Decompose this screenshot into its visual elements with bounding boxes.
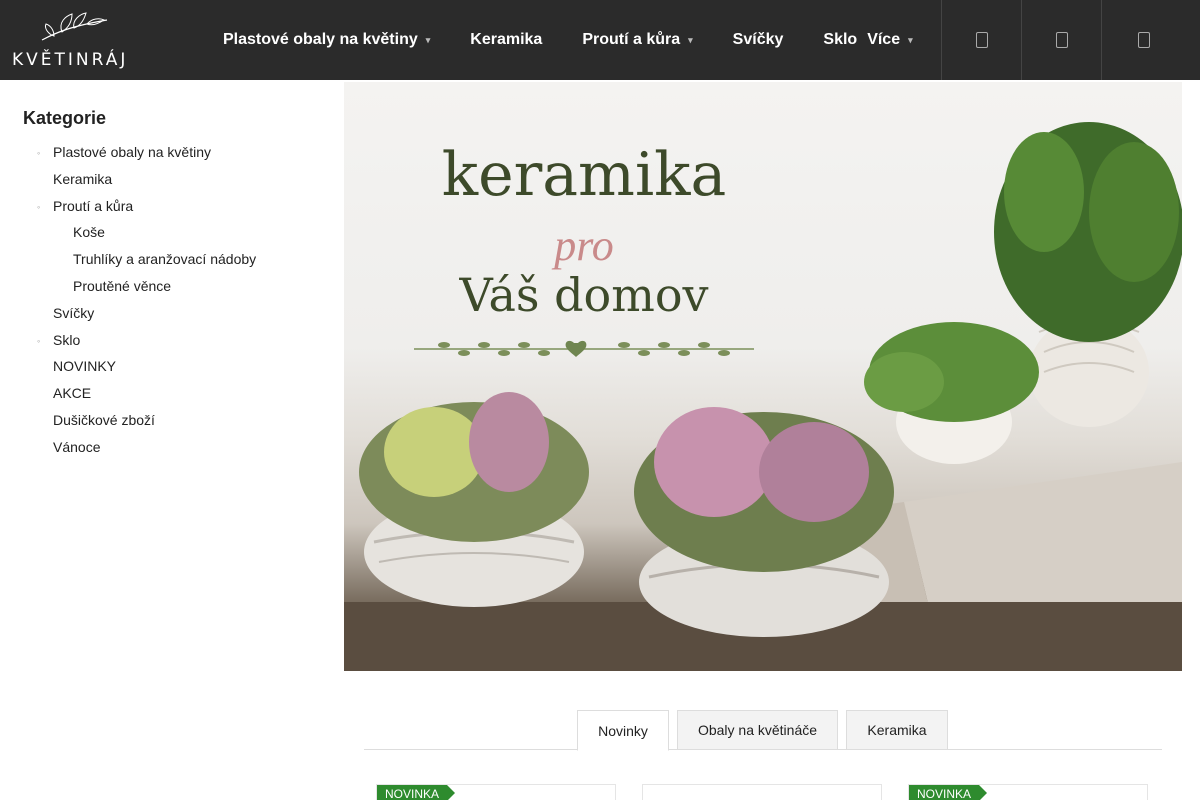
sidebar-item-prouti[interactable]: ◦ Proutí a kůra	[23, 197, 323, 224]
account-button[interactable]	[1021, 0, 1101, 80]
product-card[interactable]: NOVINKA	[376, 784, 616, 800]
sidebar-item-label: AKCE	[53, 385, 92, 402]
sidebar-item-sklo[interactable]: ◦ Sklo	[23, 331, 323, 358]
sidebar-item-novinky[interactable]: NOVINKY	[23, 357, 323, 384]
hero-banner[interactable]: keramika pro Váš domov	[344, 82, 1182, 671]
cart-button[interactable]	[1101, 0, 1185, 80]
novinka-badge: NOVINKA	[377, 785, 456, 800]
sidebar-item-kose[interactable]: Koše	[23, 223, 323, 250]
tab-novinky[interactable]: Novinky	[577, 710, 669, 751]
bullet-icon: ◦	[37, 148, 41, 158]
nav-item-svicky[interactable]: Svíčky	[733, 31, 784, 49]
nav-item-label: Keramika	[470, 31, 543, 48]
nav-item-prouti[interactable]: Proutí a kůra ▾	[582, 31, 692, 49]
nav-item-vice[interactable]: Více ▾	[867, 31, 912, 49]
sidebar-item-akce[interactable]: AKCE	[23, 384, 323, 411]
sidebar-item-label: Sklo	[53, 331, 81, 348]
sidebar-item-label: Vánoce	[53, 438, 101, 455]
logo-leaf-icon	[41, 12, 108, 41]
product-card[interactable]	[642, 784, 882, 800]
sidebar-item-label: Plastové obaly na květiny	[53, 144, 211, 160]
sidebar-item-label: Keramika	[53, 170, 113, 187]
sidebar-item-label: Dušičkové zboží	[53, 411, 155, 428]
novinka-badge: NOVINKA	[909, 785, 988, 800]
nav-item-keramika[interactable]: Keramika	[470, 31, 542, 49]
chevron-down-icon: ▾	[688, 34, 693, 45]
sidebar-item-label: Koše	[73, 224, 105, 241]
leaf-garland-icon	[414, 340, 754, 357]
sidebar-item-label: Svíčky	[53, 304, 95, 321]
sidebar-item-label: NOVINKY	[53, 358, 117, 375]
search-button[interactable]	[941, 0, 1021, 80]
bullet-icon: ◦	[37, 335, 41, 346]
nav-item-label: Plastové obaly na květiny	[223, 31, 418, 48]
logo-text: KVĚTINRÁJ	[12, 50, 129, 70]
banner-title: keramika	[441, 140, 727, 210]
user-icon	[1055, 32, 1068, 48]
nav-item-label: Sklo	[823, 31, 858, 48]
site-header: KVĚTINRÁJ Plastové obaly na květiny ▾ Ke…	[0, 0, 1200, 80]
tab-label: Keramika	[867, 722, 927, 738]
banner-subtitle: Váš domov	[459, 268, 709, 322]
sidebar-item-label: Truhlíky a aranžovací nádoby	[73, 251, 257, 268]
logo[interactable]: KVĚTINRÁJ	[12, 12, 140, 70]
sidebar-item-proutene-vence[interactable]: Proutěné věnce	[23, 277, 323, 304]
sidebar-item-label: Proutí a kůra	[53, 197, 134, 214]
nav-item-plastove-obaly[interactable]: Plastové obaly na květiny ▾	[223, 31, 430, 49]
sidebar-item-vanoce[interactable]: Vánoce	[23, 438, 323, 465]
tab-obaly-na-kvetinace[interactable]: Obaly na květináče	[677, 710, 838, 750]
chevron-down-icon: ▾	[908, 34, 913, 45]
tab-label: Obaly na květináče	[697, 722, 818, 738]
chevron-down-icon: ▾	[425, 34, 431, 45]
sidebar-item-plastove-obaly[interactable]: ◦ Plastové obaly na květiny	[23, 143, 323, 170]
tab-label: Novinky	[598, 722, 648, 739]
category-sidebar: Kategorie ◦ Plastové obaly na květiny Ke…	[23, 108, 323, 465]
banner-subtitle-pro: pro	[554, 221, 614, 270]
sidebar-item-truhliky[interactable]: Truhlíky a aranžovací nádoby	[23, 250, 323, 277]
nav-item-label: Svíčky	[732, 31, 784, 48]
cart-icon	[1137, 32, 1150, 48]
nav-item-label: Proutí a kůra	[582, 31, 681, 48]
product-card[interactable]: NOVINKA	[908, 784, 1148, 800]
sidebar-item-dusickove-zbozi[interactable]: Dušičkové zboží	[23, 411, 323, 438]
nav-item-label: Více	[867, 31, 901, 48]
sidebar-item-svicky[interactable]: Svíčky	[23, 304, 323, 331]
nav-item-sklo[interactable]: Sklo	[823, 31, 857, 49]
sidebar-title: Kategorie	[23, 108, 107, 128]
sidebar-item-label: Proutěné věnce	[73, 277, 172, 294]
tab-keramika[interactable]: Keramika	[846, 710, 948, 750]
sidebar-item-keramika[interactable]: Keramika	[23, 170, 323, 197]
search-icon	[975, 32, 988, 48]
main-nav: Plastové obaly na květiny ▾ Keramika Pro…	[223, 0, 913, 80]
bullet-icon: ◦	[37, 201, 41, 212]
